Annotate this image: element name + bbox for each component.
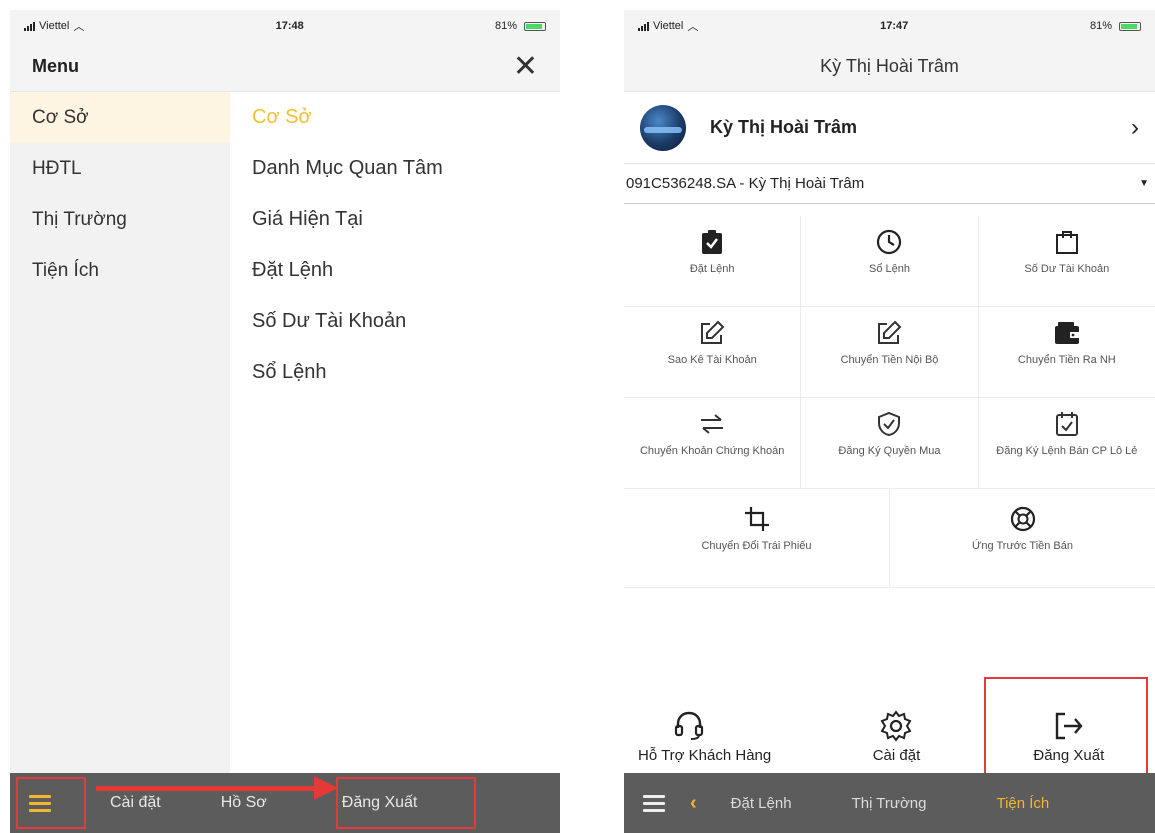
gear-icon: [880, 710, 912, 742]
category-thi-truong[interactable]: Thị Trường: [10, 194, 230, 245]
carrier-label: Viettel: [39, 20, 70, 32]
grid-chuyen-tien-ra[interactable]: Chuyển Tiền Ra NH: [979, 307, 1155, 397]
left-screen: Viettel ︿ 17:48 81% Menu ✕ Cơ Sở HĐTL Th…: [10, 10, 560, 833]
menu-categories: Cơ Sở HĐTL Thị Trường Tiện Ích: [10, 92, 230, 773]
grid-label: Số Dư Tài Khoản: [1024, 263, 1110, 275]
highlight-hamburger: [16, 777, 86, 829]
status-time: 17:48: [275, 20, 304, 32]
status-time: 17:47: [880, 20, 909, 32]
grid-label: Đăng Ký Lệnh Bán CP Lô Lẻ: [996, 445, 1138, 457]
tab-tien-ich[interactable]: Tiện Ích: [976, 795, 1069, 812]
battery-icon: [1118, 21, 1141, 31]
status-bar: Viettel ︿ 17:48 81%: [10, 10, 560, 42]
grid-so-lenh[interactable]: Sổ Lệnh: [801, 216, 979, 306]
submenu-so-lenh[interactable]: Sổ Lệnh: [230, 347, 560, 398]
battery-percent: 81%: [494, 20, 517, 32]
settings-link[interactable]: Cài đặt: [110, 794, 161, 812]
category-hdtl[interactable]: HĐTL: [10, 143, 230, 194]
grid-so-du[interactable]: Số Dư Tài Khoản: [979, 216, 1155, 306]
tab-bar: ‹ Đặt Lệnh Thị Trường Tiện Ích: [624, 773, 1155, 833]
grid-chuyen-tien-noi-bo[interactable]: Chuyển Tiền Nội Bộ: [801, 307, 979, 397]
grid-dang-ky-quyen-mua[interactable]: Đăng Ký Quyền Mua: [801, 398, 979, 488]
crop-icon: [744, 503, 770, 535]
bottom-bar: Cài đặt Hồ Sơ Đăng Xuất: [10, 773, 560, 833]
grid-label: Ứng Trước Tiền Bán: [971, 540, 1073, 552]
submenu-so-du[interactable]: Số Dư Tài Khoản: [230, 296, 560, 347]
highlight-logout: [336, 777, 476, 829]
tab-thi-truong[interactable]: Thị Trường: [832, 795, 947, 812]
caret-down-icon: ▼: [1139, 178, 1149, 189]
battery-percent: 81%: [1089, 20, 1112, 32]
headset-icon: [674, 710, 704, 742]
category-tien-ich[interactable]: Tiện Ích: [10, 245, 230, 296]
bag-icon: [1055, 226, 1079, 258]
signal-icon: [638, 21, 649, 31]
category-co-so[interactable]: Cơ Sở: [10, 92, 230, 143]
lifebuoy-icon: [1010, 503, 1036, 535]
grid-chuyen-khoan-ck[interactable]: Chuyển Khoản Chứng Khoán: [624, 398, 802, 488]
support-label: Hỗ Trợ Khách Hàng: [638, 746, 772, 764]
grid-label: Sao Kê Tài Khoản: [667, 354, 757, 366]
edit-icon: [876, 317, 902, 349]
edit-icon: [699, 317, 725, 349]
grid-label: Sổ Lệnh: [869, 263, 910, 275]
status-bar: Viettel ︿ 17:47 81%: [624, 10, 1155, 42]
grid-label: Chuyển Khoản Chứng Khoán: [639, 445, 785, 457]
close-icon[interactable]: ✕: [513, 51, 538, 82]
grid-ung-truoc-tien-ban[interactable]: Ứng Trước Tiền Bán: [890, 489, 1155, 587]
grid-label: Chuyển Tiền Nội Bộ: [840, 354, 939, 366]
clipboard-check-icon: [701, 226, 723, 258]
hamburger-icon[interactable]: [624, 780, 684, 826]
highlight-logout: [984, 677, 1148, 775]
chevron-left-icon[interactable]: ‹: [684, 792, 711, 815]
shield-check-icon: [877, 408, 901, 440]
wallet-icon: [1054, 317, 1080, 349]
tab-dat-lenh[interactable]: Đặt Lệnh: [711, 795, 812, 812]
support-button[interactable]: Hỗ Trợ Khách Hàng: [624, 682, 810, 774]
function-grid: Đặt Lệnh Sổ Lệnh Số Dư Tài Khoản Sao Kê …: [624, 216, 1155, 588]
right-screen: Viettel ︿ 17:47 81% Kỳ Thị Hoài Trâm Kỳ …: [624, 10, 1155, 833]
settings-label: Cài đặt: [872, 746, 921, 764]
account-select[interactable]: 091C536248.SA - Kỳ Thị Hoài Trâm ▼: [624, 164, 1155, 204]
wifi-icon: ︿: [687, 21, 699, 33]
submenu-co-so[interactable]: Cơ Sở: [230, 92, 560, 143]
submenu-list: Cơ Sở Danh Mục Quan Tâm Giá Hiện Tại Đặt…: [230, 92, 560, 773]
grid-label: Chuyển Đổi Trái Phiếu: [701, 540, 812, 552]
grid-sao-ke[interactable]: Sao Kê Tài Khoản: [624, 307, 802, 397]
grid-chuyen-doi-trai-phieu[interactable]: Chuyển Đổi Trái Phiếu: [624, 489, 890, 587]
signal-icon: [24, 21, 35, 31]
grid-dat-lenh[interactable]: Đặt Lệnh: [624, 216, 802, 306]
grid-label: Đặt Lệnh: [689, 263, 735, 275]
settings-button[interactable]: Cài đặt: [810, 682, 982, 774]
arrow-head-icon: [314, 776, 338, 800]
menu-header: Menu ✕: [10, 42, 560, 92]
grid-label: Đăng Ký Quyền Mua: [838, 445, 941, 457]
calendar-check-icon: [1055, 408, 1079, 440]
submenu-gia-hien-tai[interactable]: Giá Hiện Tại: [230, 194, 560, 245]
clock-icon: [876, 226, 902, 258]
profile-link[interactable]: Hồ Sơ: [221, 794, 267, 812]
submenu-danh-muc[interactable]: Danh Mục Quan Tâm: [230, 143, 560, 194]
menu-title: Menu: [32, 56, 79, 76]
profile-row[interactable]: Kỳ Thị Hoài Trâm ›: [624, 92, 1155, 164]
chevron-right-icon: ›: [1131, 113, 1139, 141]
submenu-dat-lenh[interactable]: Đặt Lệnh: [230, 245, 560, 296]
avatar: [640, 104, 686, 151]
battery-icon: [523, 21, 546, 31]
profile-name: Kỳ Thị Hoài Trâm: [710, 117, 858, 137]
arrow-line: [96, 786, 318, 791]
swap-icon: [699, 408, 725, 440]
grid-dang-ky-lo-le[interactable]: Đăng Ký Lệnh Bán CP Lô Lẻ: [979, 398, 1155, 488]
carrier-label: Viettel: [653, 20, 684, 32]
account-value: 091C536248.SA - Kỳ Thị Hoài Trâm: [626, 175, 865, 192]
page-title: Kỳ Thị Hoài Trâm: [624, 42, 1155, 92]
wifi-icon: ︿: [73, 21, 85, 33]
grid-label: Chuyển Tiền Ra NH: [1017, 354, 1116, 366]
